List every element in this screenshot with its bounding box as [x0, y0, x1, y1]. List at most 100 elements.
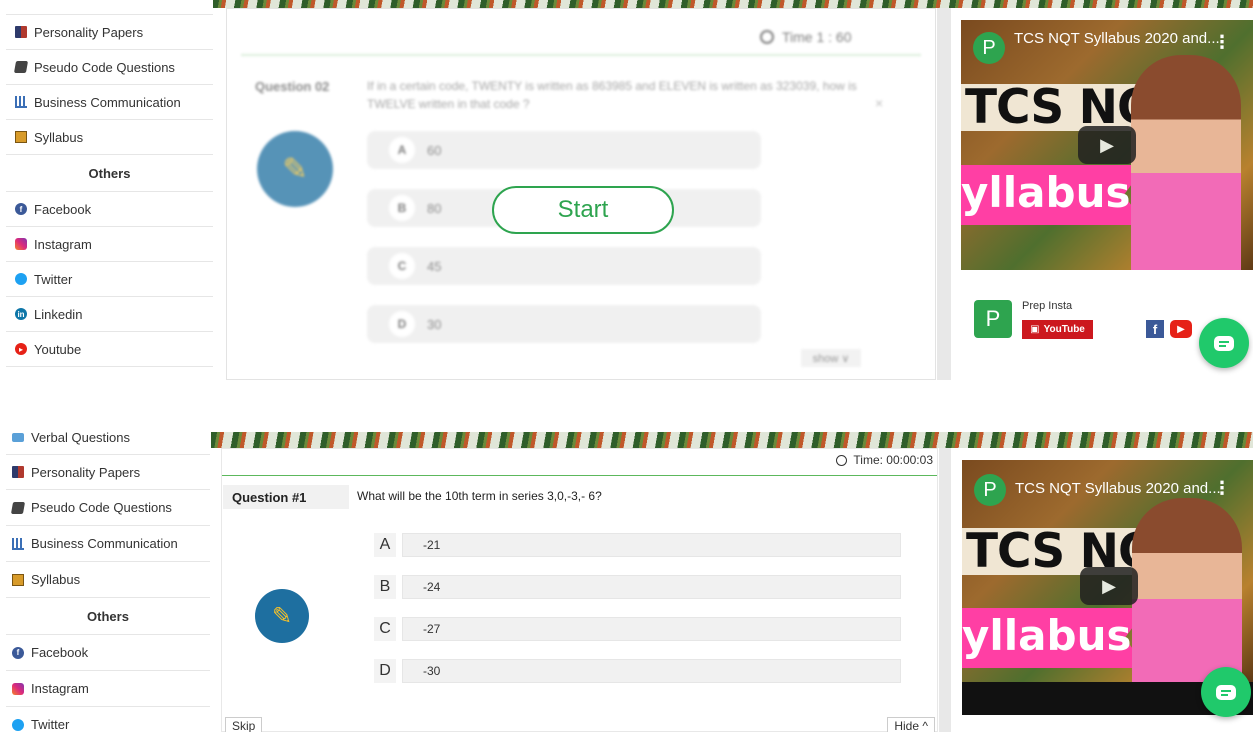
sidebar-item-label: Pseudo Code Questions — [34, 59, 175, 75]
option-value: -30 — [402, 659, 901, 683]
scrollbar[interactable] — [937, 8, 951, 380]
scrollbar[interactable] — [939, 448, 951, 732]
badge-label: YouTube — [1043, 324, 1085, 335]
timer: Time: 00:00:03 — [836, 453, 933, 467]
start-button[interactable]: Start — [492, 186, 674, 234]
sidebar-item-personality-papers[interactable]: Personality Papers — [6, 15, 213, 50]
sidebar-item-twitter[interactable]: Twitter — [6, 707, 210, 732]
sidebar-item-personality-papers[interactable]: Personality Papers — [6, 455, 210, 490]
sidebar-item-syllabus[interactable]: Syllabus — [6, 562, 210, 598]
option-c[interactable]: C -27 — [374, 617, 901, 641]
skip-button[interactable]: Skip — [225, 717, 263, 732]
twitter-icon — [12, 718, 24, 731]
forest-banner — [211, 432, 1253, 448]
sidebar-item-label: Facebook — [31, 645, 89, 660]
sidebar-item-label: Youtube — [34, 341, 82, 357]
chat-icon — [1214, 335, 1234, 351]
facebook-icon: f — [15, 203, 27, 215]
bottom-screenshot-panel: Verbal Questions Personality Papers Pseu… — [0, 430, 1253, 732]
notebook-icon — [15, 131, 27, 143]
pencil-check-icon: ✎ — [282, 152, 308, 186]
channel-name[interactable]: Prep Insta — [1022, 300, 1072, 312]
quiz-card: Time: 00:00:03 Question #1 What will be … — [221, 448, 938, 732]
option-letter: A — [374, 533, 396, 557]
option-b[interactable]: B -24 — [374, 575, 901, 599]
sidebar-item-youtube[interactable]: ▸ Youtube — [6, 332, 213, 367]
question-label: Question 02 — [255, 79, 330, 94]
show-button[interactable]: show ∨ — [801, 349, 861, 367]
more-options-icon[interactable]: ⋮ — [1213, 478, 1231, 499]
option-c[interactable]: C 45 — [367, 247, 761, 285]
question-text: If in a certain code, TWENTY is written … — [367, 79, 857, 111]
book-icon — [15, 26, 27, 38]
option-a[interactable]: A 60 — [367, 131, 761, 169]
instagram-icon — [12, 682, 24, 695]
question-label: Question #1 — [223, 485, 349, 509]
youtube-icon[interactable]: ▶ — [1170, 320, 1192, 338]
option-value: 80 — [427, 200, 442, 216]
video-title[interactable]: TCS NQT Syllabus 2020 and... — [1014, 30, 1220, 47]
chat-button[interactable] — [1201, 667, 1251, 717]
sidebar-item-label: Instagram — [31, 681, 89, 696]
quiz-illustration-icon: ✎ — [257, 131, 333, 207]
sidebar-item-instagram[interactable]: Instagram — [6, 671, 210, 707]
sidebar-item-facebook[interactable]: f Facebook — [6, 635, 210, 671]
chat-button[interactable] — [1199, 318, 1249, 368]
others-heading: Others — [6, 598, 210, 635]
play-icon[interactable]: ▶ — [1080, 567, 1138, 605]
sidebar-item-label: Linkedin — [34, 306, 83, 322]
option-d[interactable]: D -30 — [374, 659, 901, 683]
option-value: 45 — [427, 258, 442, 274]
close-icon[interactable]: × — [875, 95, 883, 111]
youtube-icon: ▣ — [1030, 324, 1040, 335]
sidebar-item-instagram[interactable]: Instagram — [6, 227, 213, 262]
thumbnail-subheadline: yllabus — [961, 168, 1131, 217]
sidebar-item-label: Syllabus — [31, 572, 81, 587]
linkedin-icon: in — [15, 308, 27, 320]
play-icon[interactable]: ▶ — [1078, 126, 1136, 164]
sidebar-item-pseudo-code[interactable]: Pseudo Code Questions — [6, 50, 213, 85]
option-letter: D — [389, 311, 415, 337]
chart-icon — [15, 96, 27, 108]
chat-icon — [1216, 684, 1236, 700]
video-embed[interactable]: P TCS NQT Syllabus 2020 and... ⋮ TCS NQT… — [961, 20, 1253, 270]
notebook-icon — [12, 573, 24, 586]
option-letter: D — [374, 659, 396, 683]
timer: Time 1 : 60 — [760, 29, 852, 45]
sidebar-item-label: Instagram — [34, 236, 92, 252]
twitter-icon — [15, 273, 27, 285]
option-letter: C — [374, 617, 396, 641]
youtube-icon: ▸ — [15, 343, 27, 355]
sidebar-item-verbal[interactable]: Verbal Questions — [6, 430, 210, 455]
sidebar-item-label: Pseudo Code Questions — [31, 500, 172, 515]
thumbnail-subheadline: yllabus — [962, 611, 1132, 660]
sidebar-item-syllabus[interactable]: Syllabus — [6, 120, 213, 155]
youtube-subscribe-badge[interactable]: ▣ YouTube — [1022, 320, 1093, 339]
clock-icon — [760, 30, 774, 44]
sidebar-item-label: Personality Papers — [31, 464, 141, 480]
sidebar-item-twitter[interactable]: Twitter — [6, 262, 213, 297]
sidebar-item-pseudo-code[interactable]: Pseudo Code Questions — [6, 490, 210, 526]
sidebar-item-label: Personality Papers — [34, 24, 144, 40]
video-title[interactable]: TCS NQT Syllabus 2020 and... — [1015, 480, 1221, 497]
timer-text: Time: 00:00:03 — [853, 453, 933, 467]
header-divider — [222, 475, 937, 476]
channel-logo: P — [974, 300, 1012, 338]
more-options-icon[interactable]: ⋮ — [1213, 32, 1231, 53]
facebook-icon[interactable]: f — [1146, 320, 1164, 338]
option-value: 60 — [427, 142, 442, 158]
option-letter: C — [389, 253, 415, 279]
hide-button[interactable]: Hide ^ — [887, 717, 935, 732]
sidebar-item-business-communication[interactable]: Business Communication — [6, 85, 213, 120]
option-a[interactable]: A -21 — [374, 533, 901, 557]
sidebar-item-linkedin[interactable]: in Linkedin — [6, 297, 213, 332]
sidebar-item-business-communication[interactable]: Business Communication — [6, 526, 210, 562]
quiz-card: Time 1 : 60 Question 02 If in a certain … — [226, 8, 936, 380]
option-d[interactable]: D 30 — [367, 305, 761, 343]
header-divider — [241, 54, 921, 56]
sidebar-item-label: Twitter — [31, 717, 70, 732]
others-heading: Others — [6, 155, 213, 192]
quiz-illustration-icon: ✎ — [255, 589, 309, 643]
sidebar-top: Personality Papers Pseudo Code Questions… — [6, 14, 213, 367]
sidebar-item-facebook[interactable]: f Facebook — [6, 192, 213, 227]
